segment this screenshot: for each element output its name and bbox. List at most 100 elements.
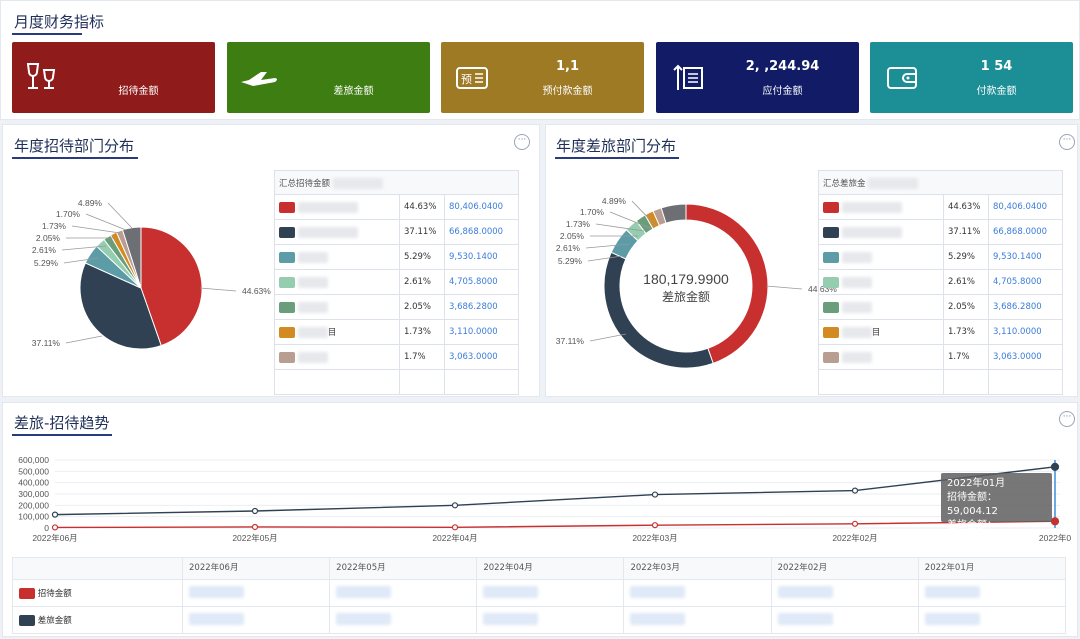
pct-cell: 2.05% (943, 294, 989, 320)
data-point[interactable] (451, 502, 459, 509)
value-cell (917, 606, 1067, 634)
table-row[interactable]: 目 1.73% 3,110.0000 (274, 319, 519, 345)
data-point[interactable] (451, 524, 459, 531)
value-cell (329, 606, 478, 634)
color-swatch (823, 226, 839, 238)
table-row[interactable]: 37.11% 66,868.0000 (274, 219, 519, 245)
kpi-label: 招待金额 (118, 86, 159, 97)
amount-link[interactable]: 9,530.1400 (444, 244, 519, 270)
pct-cell: 5.29% (943, 244, 989, 270)
amount-link[interactable]: 80,406.0400 (444, 194, 519, 220)
table-row[interactable]: 2.61% 4,705.8000 (274, 269, 519, 295)
payable-icon (673, 64, 703, 90)
series-line (54, 520, 1056, 529)
data-point[interactable] (51, 524, 59, 531)
wallet-icon (887, 67, 917, 89)
more-options-icon[interactable]: ··· (1059, 411, 1075, 427)
table-row[interactable]: 2.05% 3,686.2800 (274, 294, 519, 320)
color-swatch (823, 327, 839, 338)
trend-underline (12, 434, 112, 436)
amount-link[interactable]: 4,705.8000 (444, 269, 519, 295)
amount-link[interactable]: 3,063.0000 (988, 344, 1063, 370)
dept-name-blurred (297, 201, 358, 213)
data-point[interactable] (651, 522, 659, 529)
table-row[interactable]: 37.11% 66,868.0000 (818, 219, 1063, 245)
pie-label: 5.29% (34, 258, 59, 268)
trend-tooltip: 2022年01月 招待金额：59,004.12 差旅金额：539,478.95 (941, 473, 1052, 545)
color-swatch (823, 351, 839, 363)
table-row[interactable]: 1.7% 3,063.0000 (274, 344, 519, 370)
amount-link[interactable]: 4,705.8000 (988, 269, 1063, 295)
amount-link[interactable]: 3,686.2800 (988, 294, 1063, 320)
data-point[interactable] (651, 491, 659, 498)
table-row[interactable]: 5.29% 9,530.1400 (818, 244, 1063, 270)
color-swatch (823, 276, 839, 288)
table-header: 汇总招待金额 (274, 170, 519, 195)
y-tick-label: 0 (44, 523, 49, 533)
data-point[interactable] (851, 520, 859, 527)
data-point[interactable] (1050, 462, 1060, 471)
travel-dept-table: 汇总差旅金 44.63% 80,406.0400 37.11% 66,868.0… (818, 170, 1063, 395)
kpi-card-payable[interactable]: 2, ,244.94 应付金额 (656, 42, 859, 113)
pie-leader-line (85, 213, 127, 231)
amount-link[interactable]: 3,110.0000 (444, 319, 519, 345)
amount-link[interactable]: 9,530.1400 (988, 244, 1063, 270)
amount-link[interactable]: 66,868.0000 (988, 219, 1063, 245)
table-row[interactable]: 2.61% 4,705.8000 (818, 269, 1063, 295)
pie-label: 1.73% (566, 219, 591, 229)
kpi-value: 1,1 (555, 59, 580, 74)
series-line (54, 466, 1056, 516)
month-header: 2022年04月 (476, 557, 625, 580)
table-row[interactable]: 2.05% 3,686.2800 (818, 294, 1063, 320)
value-cell (476, 606, 625, 634)
data-point[interactable] (251, 523, 259, 531)
pie-label: 4.89% (602, 196, 627, 206)
value-cell (770, 579, 919, 607)
pct-cell: 44.63% (943, 194, 989, 220)
table-row[interactable]: 5.29% 9,530.1400 (274, 244, 519, 270)
pct-cell: 2.61% (943, 269, 989, 295)
pie-label: 2.05% (560, 231, 585, 241)
data-point[interactable] (251, 507, 259, 515)
pie-slice[interactable] (603, 251, 714, 369)
blurred-value (336, 612, 392, 625)
kpi-card-entertain[interactable]: 招待金额 (12, 42, 215, 113)
color-swatch (279, 327, 295, 338)
dept-cell (818, 294, 944, 320)
amount-link[interactable]: 66,868.0000 (444, 219, 519, 245)
data-point[interactable] (51, 511, 59, 518)
table-row[interactable]: 1.7% 3,063.0000 (818, 344, 1063, 370)
dept-name-blurred (297, 301, 328, 313)
table-row[interactable]: 44.63% 80,406.0400 (274, 194, 519, 220)
pct-cell: 5.29% (399, 244, 445, 270)
kpi-card-payment[interactable]: 1 54 付款金额 (870, 42, 1073, 113)
pct-cell: 2.05% (399, 294, 445, 320)
data-point[interactable] (1050, 517, 1060, 526)
table-row[interactable]: 44.63% 80,406.0400 (818, 194, 1063, 220)
amount-link[interactable]: 3,686.2800 (444, 294, 519, 320)
corner-cell (12, 557, 183, 580)
pie-label: 44.63% (242, 286, 271, 296)
kpi-card-travel[interactable]: 差旅金额 (227, 42, 430, 113)
pct-cell: 1.73% (399, 319, 445, 345)
dept-cell: 目 (818, 319, 944, 345)
table-row[interactable]: 目 1.73% 3,110.0000 (818, 319, 1063, 345)
kpi-card-prepay[interactable]: 预 1,1 预付款金额 (441, 42, 644, 113)
y-tick-label: 200,000 (18, 500, 49, 510)
pie-label: 4.89% (78, 198, 103, 208)
x-tick-label: 2022年03月 (632, 533, 677, 543)
data-point[interactable] (851, 487, 859, 494)
kpi-label: 应付金额 (762, 86, 803, 97)
more-options-icon[interactable]: ··· (1059, 134, 1075, 150)
blurred-value (630, 585, 686, 598)
color-swatch (823, 301, 839, 313)
value-cell (181, 579, 331, 607)
amount-link[interactable]: 3,063.0000 (444, 344, 519, 370)
amount-link[interactable]: 80,406.0400 (988, 194, 1063, 220)
value-cell (181, 606, 331, 634)
pie-slice[interactable] (660, 203, 687, 224)
amount-link[interactable]: 3,110.0000 (988, 319, 1063, 345)
pie-label: 1.73% (42, 221, 67, 231)
month-header: 2022年05月 (329, 557, 478, 580)
more-options-icon[interactable]: ··· (514, 134, 530, 150)
